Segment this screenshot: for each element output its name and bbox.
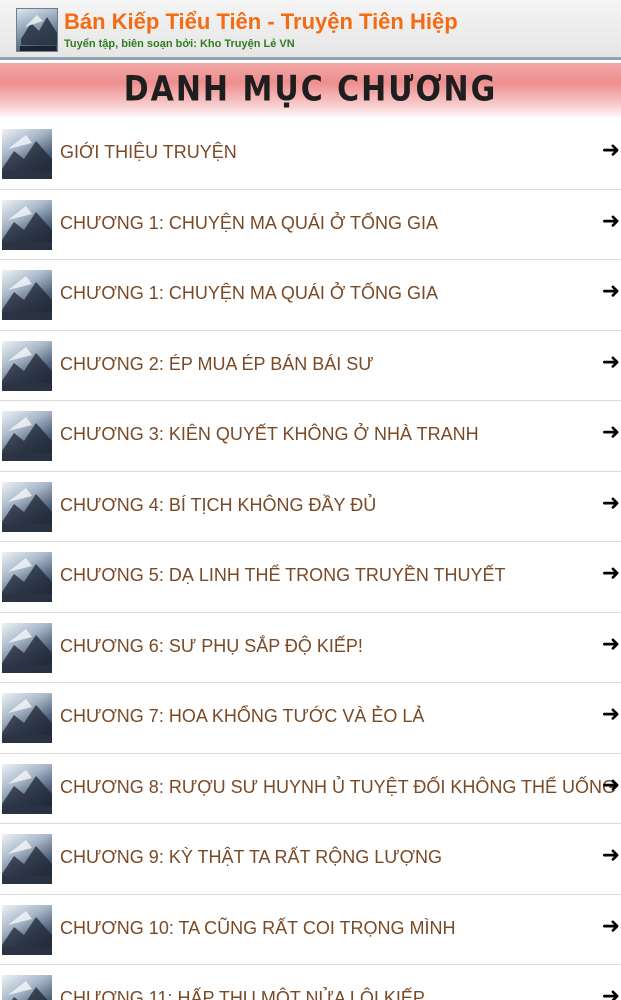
- chapter-title: CHƯƠNG 1: CHUYỆN MA QUÁI Ở TỐNG GIA: [60, 283, 438, 303]
- chapter-list-item[interactable]: CHƯƠNG 5: DẠ LINH THỂ TRONG TRUYỀN THUYẾ…: [0, 542, 621, 613]
- chapter-title: CHƯƠNG 2: ÉP MUA ÉP BÁN BÁI SƯ: [60, 353, 374, 374]
- chapter-list-item[interactable]: GIỚI THIỆU TRUYỆN ➜: [0, 119, 621, 190]
- chapter-title: CHƯƠNG 3: KIÊN QUYẾT KHÔNG Ở NHÀ TRANH: [60, 424, 479, 444]
- book-cover-thumbnail-icon: [2, 129, 52, 179]
- chapter-title: CHƯƠNG 11: HẤP THU MỘT NỬA LÔI KIẾP: [60, 988, 425, 1000]
- chapter-title: CHƯƠNG 9: KỲ THẬT TA RẤT RỘNG LƯỢNG: [60, 847, 443, 867]
- app-header: Bán Kiếp Tiểu Tiên - Truyện Tiên Hiệp Tu…: [0, 0, 621, 60]
- chapter-list-item[interactable]: CHƯƠNG 8: RƯỢU SƯ HUYNH Ủ TUYỆT ĐỐI KHÔN…: [0, 753, 621, 824]
- book-cover-thumbnail-icon: [2, 622, 52, 673]
- chapter-list-item[interactable]: CHƯƠNG 1: CHUYỆN MA QUÁI Ở TỐNG GIA ➜: [0, 260, 621, 331]
- chapter-title: CHƯƠNG 7: HOA KHỔNG TƯỚC VÀ ẺO LẢ: [60, 706, 425, 726]
- chapter-title: CHƯƠNG 8: RƯỢU SƯ HUYNH Ủ TUYỆT ĐỐI KHÔN…: [60, 776, 617, 797]
- chapter-list-item[interactable]: CHƯƠNG 11: HẤP THU MỘT NỬA LÔI KIẾP ➜: [0, 965, 621, 1000]
- chapter-title: CHƯƠNG 6: SƯ PHỤ SẮP ĐỘ KIẾP!: [60, 635, 363, 656]
- arrow-right-icon[interactable]: ➜: [602, 420, 620, 445]
- chapter-list-item[interactable]: CHƯƠNG 7: HOA KHỔNG TƯỚC VÀ ẺO LẢ ➜: [0, 683, 621, 754]
- arrow-right-icon[interactable]: ➜: [602, 843, 620, 868]
- arrow-right-icon[interactable]: ➜: [602, 561, 620, 586]
- book-cover-thumbnail-icon: [2, 904, 52, 955]
- book-cover-thumbnail-icon: [2, 552, 52, 602]
- chapter-list-item[interactable]: CHƯƠNG 1: CHUYỆN MA QUÁI Ở TỐNG GIA ➜: [0, 189, 621, 260]
- chapter-list-item[interactable]: CHƯƠNG 4: BÍ TỊCH KHÔNG ĐẦY ĐỦ ➜: [0, 471, 621, 542]
- chapter-title: CHƯƠNG 10: TA CŨNG RẤT COI TRỌNG MÌNH: [60, 917, 456, 938]
- chapter-title: CHƯƠNG 4: BÍ TỊCH KHÔNG ĐẦY ĐỦ: [60, 494, 377, 515]
- chapter-list-item[interactable]: CHƯƠNG 10: TA CŨNG RẤT COI TRỌNG MÌNH ➜: [0, 894, 621, 965]
- arrow-right-icon[interactable]: ➜: [602, 984, 620, 1000]
- chapter-title: CHƯƠNG 5: DẠ LINH THỂ TRONG TRUYỀN THUYẾ…: [60, 565, 506, 585]
- arrow-right-icon[interactable]: ➜: [602, 279, 620, 304]
- book-cover-thumbnail-icon: [2, 411, 52, 461]
- book-cover-thumbnail-icon: [2, 481, 52, 532]
- chapter-list-item[interactable]: CHƯƠNG 6: SƯ PHỤ SẮP ĐỘ KIẾP! ➜: [0, 612, 621, 683]
- arrow-right-icon[interactable]: ➜: [602, 702, 620, 727]
- arrow-right-icon[interactable]: ➜: [602, 632, 620, 657]
- arrow-right-icon[interactable]: ➜: [602, 773, 620, 798]
- chapter-title: CHƯƠNG 1: CHUYỆN MA QUÁI Ở TỐNG GIA: [60, 212, 438, 233]
- chapter-list-banner: DANH MỤC CHƯƠNG: [0, 63, 621, 119]
- chapter-title: GIỚI THIỆU TRUYỆN: [60, 142, 237, 162]
- arrow-right-icon[interactable]: ➜: [602, 138, 620, 163]
- book-cover-thumbnail-icon: [2, 763, 52, 814]
- book-cover-icon[interactable]: [16, 8, 58, 52]
- chapter-list-heading: DANH MỤC CHƯƠNG: [123, 69, 498, 110]
- arrow-right-icon[interactable]: ➜: [602, 350, 620, 375]
- chapter-list: GIỚI THIỆU TRUYỆN ➜ CHƯƠNG 1: CHUYỆN MA QU…: [0, 119, 621, 1000]
- book-cover-thumbnail-icon: [2, 693, 52, 743]
- book-cover-thumbnail-icon: [2, 199, 52, 250]
- app-subtitle: Tuyển tập, biên soạn bởi: Kho Truyện Lẻ …: [64, 38, 295, 50]
- book-cover-thumbnail-icon: [2, 834, 52, 884]
- chapter-list-item[interactable]: CHƯƠNG 2: ÉP MUA ÉP BÁN BÁI SƯ ➜: [0, 330, 621, 401]
- app-title: Bán Kiếp Tiểu Tiên - Truyện Tiên Hiệp: [64, 9, 458, 34]
- arrow-right-icon[interactable]: ➜: [602, 209, 620, 234]
- book-cover-thumbnail-icon: [2, 975, 52, 1000]
- arrow-right-icon[interactable]: ➜: [602, 491, 620, 516]
- chapter-list-item[interactable]: CHƯƠNG 3: KIÊN QUYẾT KHÔNG Ở NHÀ TRANH ➜: [0, 401, 621, 472]
- book-cover-thumbnail-icon: [2, 270, 52, 320]
- arrow-right-icon[interactable]: ➜: [602, 914, 620, 939]
- book-cover-thumbnail-icon: [2, 340, 52, 391]
- chapter-list-item[interactable]: CHƯƠNG 9: KỲ THẬT TA RẤT RỘNG LƯỢNG ➜: [0, 824, 621, 895]
